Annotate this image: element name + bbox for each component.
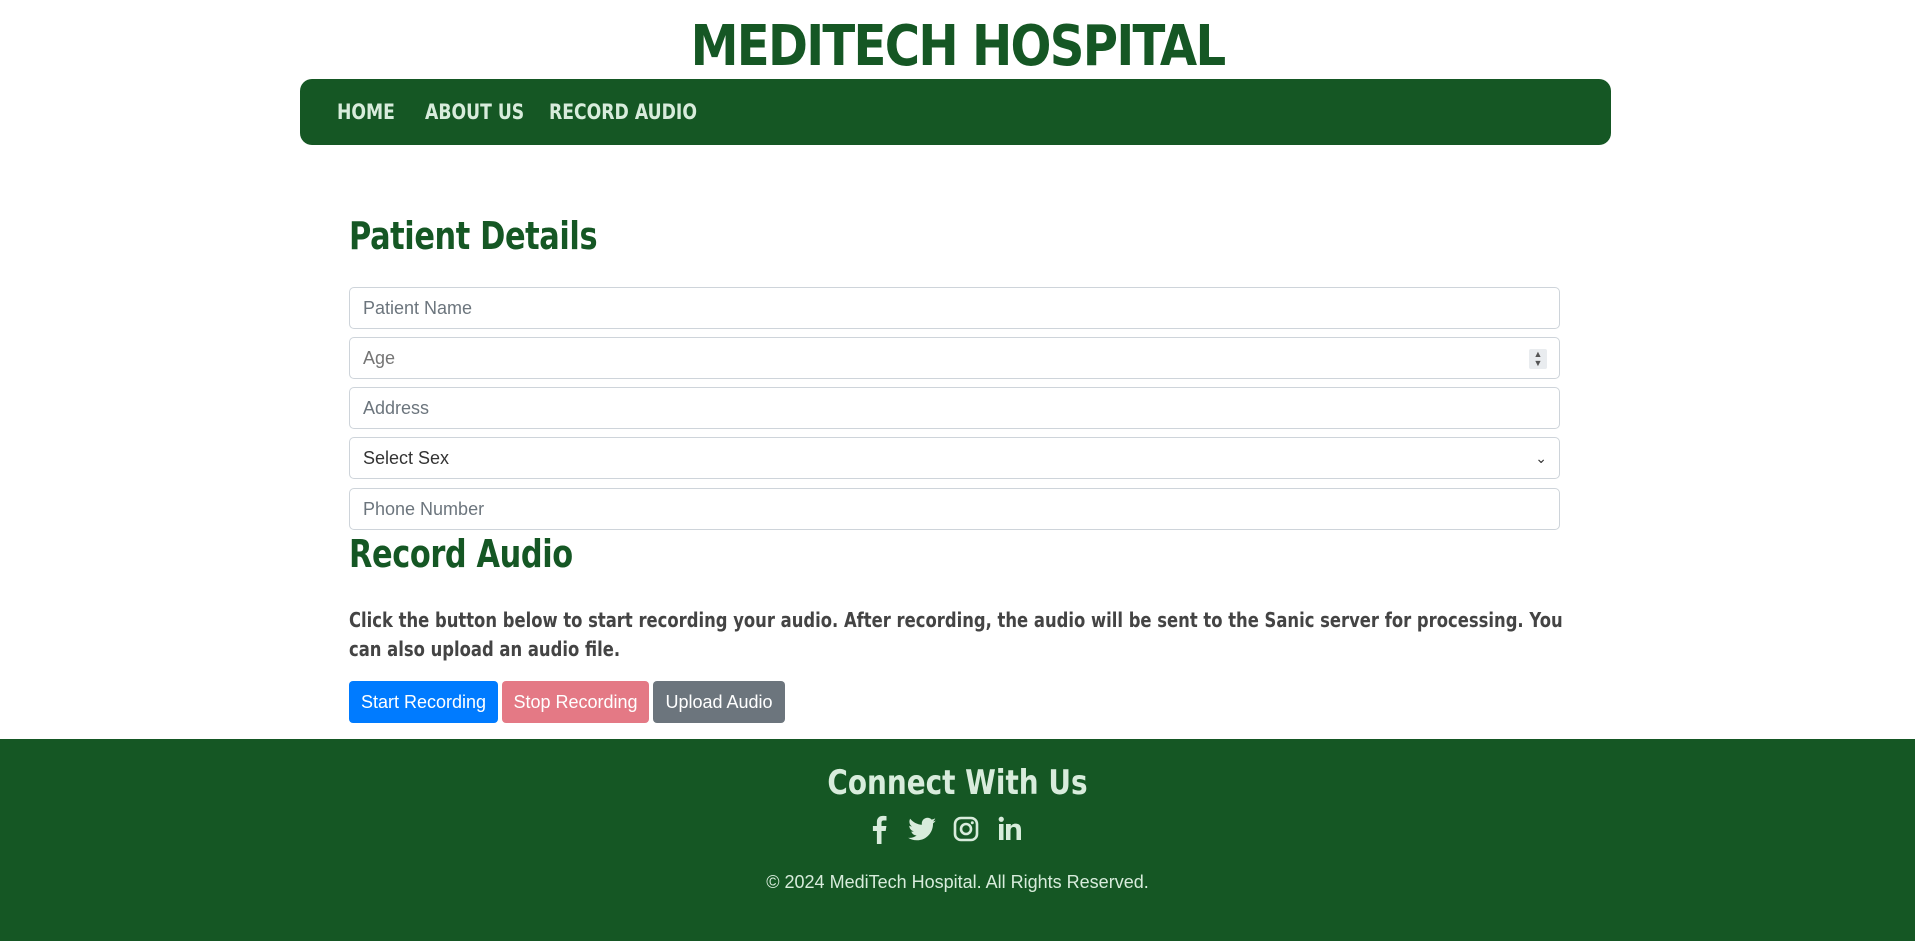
record-description: Click the button below to start recordin… bbox=[349, 606, 1564, 664]
linkedin-icon[interactable] bbox=[994, 813, 1026, 845]
age-input[interactable] bbox=[350, 338, 1559, 379]
age-field: ▲▼ bbox=[349, 337, 1560, 379]
patient-details-heading: Patient Details bbox=[349, 214, 598, 258]
address-input[interactable] bbox=[349, 387, 1560, 429]
chevron-down-icon: ⌄ bbox=[1535, 450, 1547, 466]
age-stepper-icon[interactable]: ▲ ▼ bbox=[1529, 349, 1547, 369]
patient-name-input[interactable] bbox=[349, 287, 1560, 329]
site-title: MEDITECH HOSPITAL bbox=[690, 14, 1227, 79]
footer: Connect With Us © 2024 MediTech Hospital… bbox=[0, 739, 1915, 941]
record-audio-heading: Record Audio bbox=[349, 532, 573, 576]
nav-home[interactable]: HOME bbox=[337, 79, 395, 145]
twitter-icon[interactable] bbox=[906, 813, 938, 845]
sex-select[interactable]: Select Sex ⌄ bbox=[349, 437, 1560, 479]
instagram-icon[interactable] bbox=[950, 813, 982, 845]
nav-record-audio[interactable]: RECORD AUDIO bbox=[549, 79, 697, 145]
phone-number-input[interactable] bbox=[349, 488, 1560, 530]
footer-heading: Connect With Us bbox=[827, 763, 1088, 803]
sex-select-value: Select Sex bbox=[363, 448, 450, 468]
nav-about-us[interactable]: ABOUT US bbox=[425, 79, 524, 145]
upload-audio-button[interactable]: Upload Audio bbox=[653, 681, 785, 723]
start-recording-button[interactable]: Start Recording bbox=[349, 681, 498, 723]
facebook-icon[interactable] bbox=[863, 813, 895, 845]
copyright-text: © 2024 MediTech Hospital. All Rights Res… bbox=[766, 872, 1149, 892]
record-description-text: Click the button below to start recordin… bbox=[349, 608, 1563, 661]
stop-recording-button[interactable]: Stop Recording bbox=[502, 681, 649, 723]
navbar: HOME ABOUT US RECORD AUDIO bbox=[300, 79, 1611, 145]
